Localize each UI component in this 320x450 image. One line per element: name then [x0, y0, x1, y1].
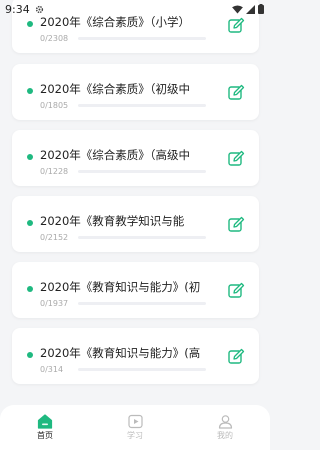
- battery-icon: [258, 4, 264, 14]
- tab-home-label: 首页: [37, 431, 53, 440]
- question-count: 0/2308: [40, 34, 69, 43]
- edit-icon[interactable]: [227, 348, 245, 366]
- edit-icon[interactable]: [227, 216, 245, 234]
- tab-study[interactable]: 学习: [105, 414, 165, 441]
- settings-icon: [35, 5, 43, 13]
- status-bar: 9:34: [0, 0, 270, 18]
- course-card[interactable]: 2020年《教育知识与能力》(初 0/1937: [12, 262, 259, 318]
- progress-bar: [78, 37, 206, 40]
- status-dot: [27, 88, 33, 94]
- question-count: 0/314: [40, 365, 64, 374]
- course-list: 2020年《综合素质》（小学） 0/2308 2020年《综合素质》（初级中 0…: [0, 0, 270, 405]
- edit-icon[interactable]: [227, 282, 245, 300]
- home-icon: [37, 414, 53, 429]
- progress-bar: [78, 170, 206, 173]
- status-dot: [27, 220, 33, 226]
- question-count: 0/1805: [40, 101, 69, 110]
- edit-icon[interactable]: [227, 84, 245, 102]
- bottom-tab-bar: 首页 学习 我的: [0, 405, 270, 450]
- status-time: 9:34: [5, 2, 30, 16]
- question-count: 0/1937: [40, 299, 69, 308]
- course-title: 2020年《教育知识与能力》(初: [40, 280, 201, 294]
- play-icon: [127, 414, 143, 429]
- status-dot: [27, 286, 33, 292]
- course-title: 2020年《综合素质》（高级中: [40, 148, 191, 162]
- question-count: 0/2152: [40, 233, 69, 242]
- edit-icon[interactable]: [227, 17, 245, 35]
- edit-icon[interactable]: [227, 150, 245, 168]
- question-count: 0/1228: [40, 167, 69, 176]
- status-dot: [27, 21, 33, 27]
- signal-icon: [246, 4, 255, 14]
- wifi-icon: [232, 4, 243, 14]
- tab-study-label: 学习: [127, 431, 143, 440]
- course-card[interactable]: 2020年《教育知识与能力》(高 0/314: [12, 328, 259, 384]
- course-title: 2020年《综合素质》（初级中: [40, 82, 191, 96]
- course-card[interactable]: 2020年《教育教学知识与能 0/2152: [12, 196, 259, 252]
- progress-bar: [78, 236, 206, 239]
- user-icon: [218, 415, 232, 429]
- course-title: 2020年《教育教学知识与能: [40, 214, 185, 228]
- tab-home[interactable]: 首页: [15, 414, 75, 441]
- tab-mine-label: 我的: [217, 431, 233, 440]
- course-card[interactable]: 2020年《综合素质》（初级中 0/1805: [12, 64, 259, 120]
- status-dot: [27, 154, 33, 160]
- tab-mine[interactable]: 我的: [195, 414, 255, 441]
- course-card[interactable]: 2020年《综合素质》（高级中 0/1228: [12, 130, 259, 186]
- progress-bar: [78, 302, 206, 305]
- course-title: 2020年《教育知识与能力》(高: [40, 346, 201, 360]
- progress-bar: [78, 368, 206, 371]
- progress-bar: [78, 104, 206, 107]
- status-dot: [27, 352, 33, 358]
